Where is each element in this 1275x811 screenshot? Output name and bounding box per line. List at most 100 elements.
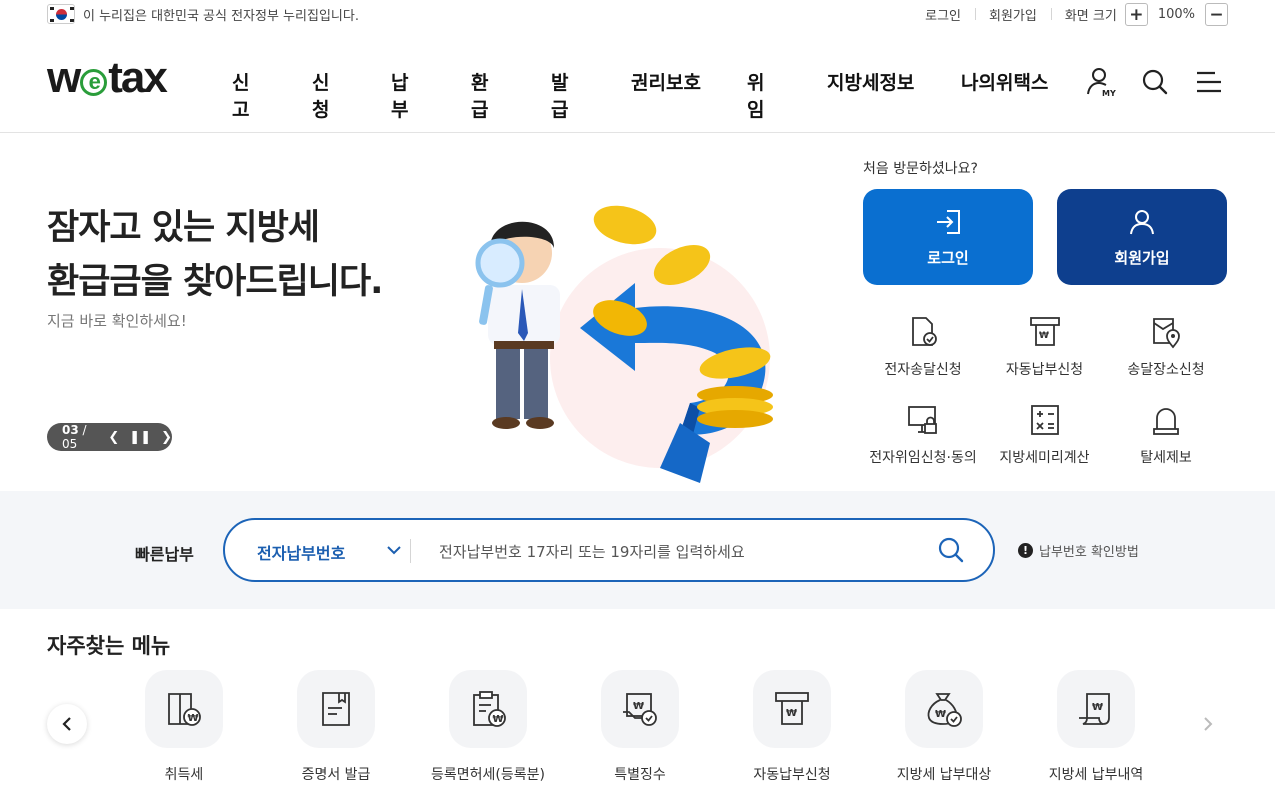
- svg-text:MY: MY: [1102, 89, 1116, 98]
- svg-text:₩: ₩: [1092, 702, 1103, 713]
- quick-service-label: 지방세미리계산: [999, 450, 1090, 466]
- svg-text:₩: ₩: [633, 701, 644, 712]
- frequent-menu-title: 자주찾는 메뉴: [47, 634, 171, 658]
- utility-links: 로그인 회원가입 화면 크기 + 100% −: [911, 3, 1228, 26]
- frequent-item-registration-tax[interactable]: ₩ 등록면허세(등록분): [412, 670, 564, 784]
- chevron-down-icon[interactable]: [385, 538, 403, 562]
- divider: [410, 539, 411, 563]
- login-icon: [937, 209, 960, 234]
- auto-payment-icon: ₩: [1029, 317, 1060, 346]
- gnb-icons: MY: [1085, 66, 1225, 98]
- hamburger-menu-icon[interactable]: [1193, 66, 1225, 98]
- frequent-item-auto-payment[interactable]: ₩ 자동납부신청: [716, 670, 868, 784]
- quick-service-e-delivery[interactable]: 전자송달신청: [863, 315, 983, 379]
- quick-service-label: 자동납부신청: [1005, 362, 1084, 378]
- location-doc-icon: [1153, 318, 1180, 349]
- search-icon[interactable]: [937, 536, 965, 564]
- signup-button[interactable]: 회원가입: [1057, 189, 1227, 285]
- zoom-out-button[interactable]: −: [1205, 3, 1228, 26]
- menu-item-rights[interactable]: 권리보호: [631, 68, 701, 95]
- money-bag-icon: ₩: [927, 693, 962, 727]
- next-slide-icon[interactable]: ❯: [161, 430, 172, 445]
- gov-notice-text: 이 누리집은 대한민국 공식 전자정부 누리집입니다.: [83, 8, 359, 24]
- zoom-in-button[interactable]: +: [1124, 3, 1148, 26]
- svg-text:₩: ₩: [786, 708, 797, 719]
- quick-services: 전자송달신청 ₩ 자동납부신청 송달장소신청 전자위임신청·동의 지방세미리계산…: [863, 315, 1233, 467]
- quick-pay-box: 전자납부번호 전자납부번호 17자리 또는 19자리를 입력하세요: [223, 518, 995, 582]
- frequent-item-label: 자동납부신청: [753, 767, 831, 783]
- prev-slide-icon[interactable]: ❮: [108, 430, 119, 445]
- howto-label: 납부번호 확인방법: [1039, 545, 1139, 560]
- menu-item-local-tax-info[interactable]: 지방세정보: [827, 68, 914, 95]
- quick-service-tax-evasion-report[interactable]: 탈세제보: [1106, 403, 1226, 467]
- frequent-item-label: 특별징수: [614, 767, 666, 783]
- my-page-icon[interactable]: MY: [1085, 66, 1117, 98]
- frequent-item-label: 등록면허세(등록분): [431, 767, 545, 783]
- top-login-link[interactable]: 로그인: [911, 5, 975, 24]
- document-check-icon: [912, 317, 937, 346]
- first-visit-question: 처음 방문하셨나요?: [863, 161, 978, 177]
- menu-item-issue[interactable]: 발급: [551, 68, 568, 122]
- menu-item-report[interactable]: 신고: [232, 68, 249, 122]
- svg-text:₩: ₩: [188, 713, 199, 724]
- menu-item-payment[interactable]: 납부: [391, 68, 408, 122]
- global-navigation: w e tax 신고 신청 납부 환급 발급 권리보호 위임 지방세정보 나의위택스…: [0, 30, 1275, 133]
- hero-headline-line2: 환급금을 찾아드립니다.: [47, 262, 383, 302]
- chevron-left-icon: [62, 717, 71, 731]
- monitor-lock-icon: [908, 406, 937, 434]
- login-button[interactable]: 로그인: [863, 189, 1033, 285]
- quick-pay-section: 빠른납부 전자납부번호 전자납부번호 17자리 또는 19자리를 입력하세요 !…: [0, 491, 1275, 609]
- frequent-item-payment-history[interactable]: ₩ 지방세 납부내역: [1020, 670, 1172, 784]
- hero-banner: 잠자고 있는 지방세 환급금을 찾아드립니다. 지금 바로 확인하세요! 03 …: [0, 133, 1275, 491]
- frequent-item-label: 지방세 납부내역: [1048, 767, 1144, 783]
- receipt-scroll-icon: ₩: [1079, 693, 1110, 725]
- frequent-item-label: 증명서 발급: [301, 767, 371, 783]
- quick-pay-label: 빠른납부: [135, 545, 194, 564]
- payment-number-input[interactable]: 전자납부번호 17자리 또는 19자리를 입력하세요: [439, 541, 745, 562]
- svg-text:₩: ₩: [493, 714, 504, 725]
- wetax-logo[interactable]: w e tax: [47, 56, 168, 100]
- payment-type-select[interactable]: 전자납부번호: [257, 540, 345, 564]
- svg-text:₩: ₩: [1039, 331, 1049, 341]
- chevron-right-icon: [1204, 717, 1213, 731]
- svg-text:₩: ₩: [935, 709, 946, 720]
- auto-payment-icon: ₩: [775, 692, 809, 725]
- top-utility-bar: 이 누리집은 대한민국 공식 전자정부 누리집입니다. 로그인 회원가입 화면 …: [0, 0, 1275, 30]
- menu-item-refund[interactable]: 환급: [471, 68, 488, 122]
- pause-icon[interactable]: ❚❚: [129, 430, 151, 445]
- frequent-menu-list: ₩ 취득세 증명서 발급 ₩ 등록면허세(등록분) ₩ 특별징수 ₩ 자동납부신…: [108, 670, 1172, 784]
- signup-button-label: 회원가입: [1114, 248, 1170, 267]
- carousel-next-button[interactable]: [1188, 704, 1228, 744]
- quick-service-delivery-place[interactable]: 송달장소신청: [1106, 315, 1226, 379]
- acquisition-tax-icon: ₩: [168, 693, 201, 726]
- quick-service-tax-calculator[interactable]: 지방세미리계산: [983, 403, 1106, 467]
- calculator-icon: [1030, 405, 1059, 435]
- quick-service-e-delegation[interactable]: 전자위임신청·동의: [863, 403, 983, 467]
- frequent-item-special-collection[interactable]: ₩ 특별징수: [564, 670, 716, 784]
- zoom-value: 100%: [1157, 7, 1195, 22]
- menu-item-delegate[interactable]: 위임: [747, 68, 764, 122]
- menu-item-apply[interactable]: 신청: [312, 68, 329, 122]
- frequent-item-tax-payable[interactable]: ₩ 지방세 납부대상: [868, 670, 1020, 784]
- search-icon[interactable]: [1139, 66, 1171, 98]
- slide-pager: 03 / 05 ❮ ❚❚ ❯: [47, 423, 172, 451]
- carousel-prev-button[interactable]: [47, 704, 87, 744]
- frequent-item-label: 지방세 납부대상: [896, 767, 992, 783]
- frequent-item-certificate[interactable]: 증명서 발급: [260, 670, 412, 784]
- quick-service-label: 전자위임신청·동의: [869, 450, 977, 466]
- special-collection-icon: ₩: [623, 693, 657, 726]
- gov-notice: 이 누리집은 대한민국 공식 전자정부 누리집입니다.: [47, 4, 359, 24]
- quick-service-label: 탈세제보: [1140, 450, 1192, 466]
- quick-service-auto-payment[interactable]: ₩ 자동납부신청: [983, 315, 1106, 379]
- hero-subtext: 지금 바로 확인하세요!: [47, 312, 187, 330]
- top-signup-link[interactable]: 회원가입: [975, 5, 1051, 24]
- payment-number-howto-link[interactable]: ! 납부번호 확인방법: [1018, 541, 1139, 560]
- zoom-label: 화면 크기: [1050, 5, 1125, 24]
- frequent-item-acquisition-tax[interactable]: ₩ 취득세: [108, 670, 260, 784]
- menu-item-my-wetax[interactable]: 나의위택스: [961, 68, 1048, 95]
- korea-flag-icon: [47, 4, 75, 24]
- login-button-label: 로그인: [927, 248, 969, 267]
- hero-headline: 잠자고 있는 지방세 환급금을 찾아드립니다.: [47, 201, 383, 309]
- hero-headline-line1: 잠자고 있는 지방세: [47, 208, 320, 248]
- user-icon: [1130, 209, 1154, 234]
